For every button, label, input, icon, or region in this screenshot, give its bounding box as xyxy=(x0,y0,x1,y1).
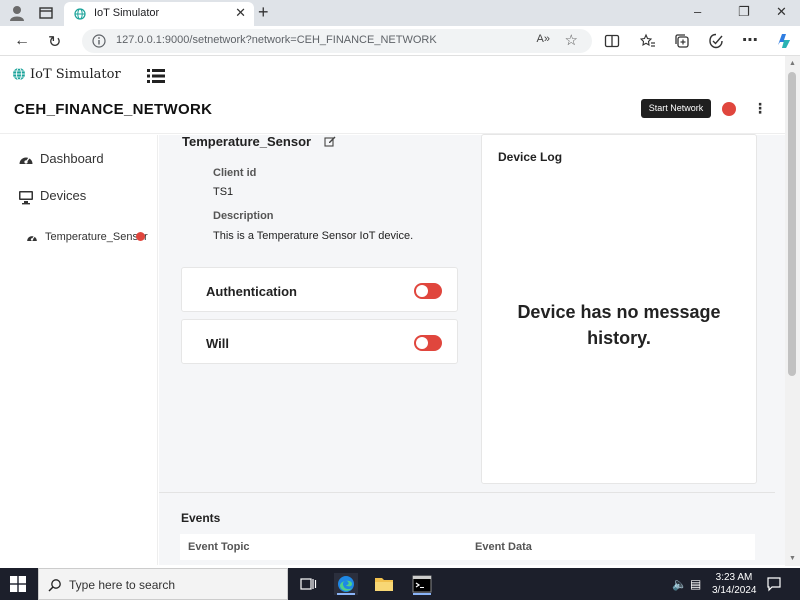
active-app-indicator xyxy=(337,593,355,595)
network-status-indicator xyxy=(722,102,736,116)
close-window-icon[interactable]: ✕ xyxy=(776,4,787,20)
new-tab-icon[interactable]: + xyxy=(258,2,269,23)
file-explorer-icon[interactable] xyxy=(372,573,396,595)
will-label: Will xyxy=(206,336,229,351)
device-log-title: Device Log xyxy=(498,150,563,164)
scroll-up-icon[interactable]: ▲ xyxy=(789,60,796,67)
description-value: This is a Temperature Sensor IoT device. xyxy=(213,230,414,242)
device-name: Temperature_Sensor xyxy=(182,134,312,149)
volume-muted-icon[interactable]: 🔈 xyxy=(672,577,687,591)
search-icon xyxy=(48,579,61,592)
url-text[interactable]: 127.0.0.1:9000/setnetwork?network=CEH_FI… xyxy=(116,34,437,46)
taskbar-clock[interactable]: 3:23 AM 3/14/2024 xyxy=(712,571,757,597)
network-icon[interactable]: ▤ xyxy=(690,577,701,591)
windows-start-icon[interactable] xyxy=(10,576,26,592)
device-log-panel: Device Log Device has no message history… xyxy=(481,134,757,484)
sidebar-device-label: Temperature_Sensor xyxy=(45,231,148,243)
tab-actions-icon[interactable] xyxy=(38,5,54,21)
client-id-value: TS1 xyxy=(213,186,234,198)
events-table-header: Event Topic Event Data xyxy=(180,534,755,560)
sidebar-device-temperature-sensor[interactable]: Temperature_Sensor xyxy=(26,230,154,246)
page-scrollbar[interactable]: ▲ ▼ xyxy=(785,56,800,566)
gauge-icon xyxy=(27,236,37,241)
edge-icon xyxy=(338,576,354,592)
clock-time: 3:23 AM xyxy=(715,572,753,583)
will-card: Will xyxy=(181,319,458,364)
start-network-button[interactable]: Start Network xyxy=(641,99,711,118)
edit-icon[interactable] xyxy=(324,135,336,147)
terminal-icon xyxy=(412,575,432,593)
read-aloud-icon[interactable]: A» xyxy=(537,33,550,45)
search-placeholder: Type here to search xyxy=(69,578,176,592)
gauge-icon xyxy=(19,157,33,164)
authentication-toggle[interactable] xyxy=(414,283,442,299)
sidebar-item-label: Dashboard xyxy=(40,151,104,166)
sidebar: Dashboard Devices xyxy=(0,135,158,565)
events-title: Events xyxy=(181,511,221,525)
kebab-menu-icon[interactable]: ⋮ xyxy=(753,100,767,117)
column-event-topic: Event Topic xyxy=(188,541,250,553)
globe-logo-icon xyxy=(13,67,25,81)
task-view-icon[interactable] xyxy=(296,573,320,595)
authentication-card: Authentication xyxy=(181,267,458,312)
browser-tab-strip: IoT Simulator ✕ + – ❐ ✕ xyxy=(0,0,800,26)
url-field[interactable]: 127.0.0.1:9000/setnetwork?network=CEH_FI… xyxy=(82,29,592,53)
network-title: CEH_FINANCE_NETWORK xyxy=(14,101,213,118)
refresh-icon[interactable]: ↻ xyxy=(48,32,61,52)
taskbar-terminal[interactable] xyxy=(410,573,434,595)
monitor-icon xyxy=(19,191,33,205)
divider xyxy=(159,492,775,493)
notifications-icon[interactable] xyxy=(766,576,782,592)
app-header: IoT Simulator CEH_FINANCE_NETWORK Start … xyxy=(0,56,785,134)
split-screen-icon[interactable] xyxy=(604,33,620,49)
windows-taskbar: Type here to search 🔈 ▤ 3:23 AM 3/14/202… xyxy=(0,568,800,600)
will-toggle[interactable] xyxy=(414,335,442,351)
sidebar-item-label: Devices xyxy=(40,188,87,203)
device-log-empty-message: Device has no message history. xyxy=(517,302,721,348)
taskbar-search[interactable]: Type here to search xyxy=(38,568,288,600)
scrollbar-thumb[interactable] xyxy=(788,72,796,376)
client-id-label: Client id xyxy=(213,167,257,179)
active-app-indicator xyxy=(413,593,431,595)
clock-date: 3/14/2024 xyxy=(712,585,757,596)
close-tab-icon[interactable]: ✕ xyxy=(235,5,246,21)
maximize-icon[interactable]: ❐ xyxy=(738,4,750,20)
taskbar-edge[interactable] xyxy=(334,573,358,595)
brand-name: IoT Simulator xyxy=(30,67,121,82)
scroll-down-icon[interactable]: ▼ xyxy=(789,555,796,562)
column-event-data: Event Data xyxy=(475,541,532,553)
browser-tab[interactable]: IoT Simulator ✕ xyxy=(64,2,254,26)
collections-icon[interactable] xyxy=(674,33,690,49)
browser-essentials-icon[interactable] xyxy=(708,33,724,49)
tab-title: IoT Simulator xyxy=(94,7,160,19)
device-status-dot xyxy=(136,232,145,241)
address-bar: ← ↻ 127.0.0.1:9000/setnetwork?network=CE… xyxy=(0,26,800,56)
description-label: Description xyxy=(213,210,274,222)
favorite-star-icon[interactable]: ☆ xyxy=(565,31,578,49)
minimize-icon[interactable]: – xyxy=(694,4,701,19)
globe-icon xyxy=(74,8,86,20)
menu-list-icon[interactable] xyxy=(147,68,165,84)
more-options-icon[interactable]: ⋯ xyxy=(742,30,758,50)
favorites-icon[interactable] xyxy=(640,33,656,49)
info-icon[interactable] xyxy=(92,34,106,48)
profile-icon[interactable] xyxy=(8,4,26,22)
copilot-icon[interactable] xyxy=(774,31,794,51)
back-icon[interactable]: ← xyxy=(14,32,30,50)
authentication-label: Authentication xyxy=(206,284,297,299)
